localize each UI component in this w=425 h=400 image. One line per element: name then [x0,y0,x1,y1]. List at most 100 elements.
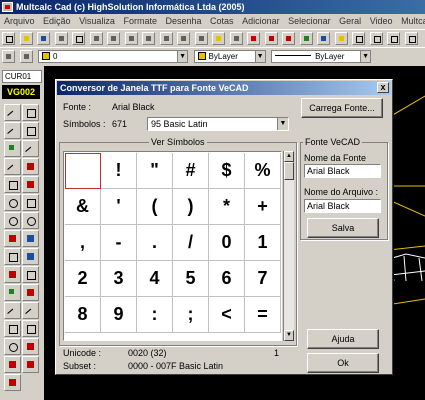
angle-tool-icon[interactable] [22,122,39,139]
symbol-cell[interactable]: & [65,189,101,225]
rotate-tool-icon[interactable] [4,338,21,355]
scroll-up-icon[interactable]: ▲ [284,151,294,162]
unicode-range-select[interactable]: 95 Basic Latin ▼ [147,117,289,131]
menu-desenha[interactable]: Desenha [165,16,201,26]
symbol-cell[interactable]: 8 [65,297,101,333]
spline-tool-icon[interactable] [22,176,39,193]
circle-tool-icon[interactable] [4,212,21,229]
scale-tool-icon[interactable] [22,338,39,355]
symbol-cell[interactable]: 2 [65,261,101,297]
symbol-cell[interactable]: , [65,225,101,261]
symbol-grid-scrollbar[interactable]: ▲ ▼ [283,151,294,341]
arc-tool-icon[interactable] [22,158,39,175]
close-icon[interactable]: x [377,82,389,93]
move-tool-icon[interactable] [22,320,39,337]
nome-arquivo-field[interactable]: Arial Black [304,199,381,213]
block-tool-icon[interactable] [4,266,21,283]
slash-tool-icon[interactable] [22,140,39,157]
nome-fonte-field[interactable]: Arial Black [304,164,381,178]
new-file-icon[interactable] [2,32,15,45]
symbol-cell[interactable]: ' [101,189,137,225]
symbol-cell[interactable]: ; [173,297,209,333]
menu-visualiza[interactable]: Visualiza [79,16,115,26]
menu-geral[interactable]: Geral [339,16,361,26]
cursor-select[interactable]: CUR01 [2,70,42,83]
symbol-cell[interactable]: < [209,297,245,333]
palette-tool-icon[interactable] [4,284,21,301]
layer-icon[interactable] [282,32,296,45]
menu-arquivo[interactable]: Arquivo [4,16,35,26]
menu-adicionar[interactable]: Adicionar [242,16,280,26]
layer-select[interactable]: 0 ▼ [38,50,189,63]
pan-icon[interactable] [159,32,173,45]
rectangle-icon[interactable] [352,32,366,45]
symbol-cell[interactable]: * [209,189,245,225]
layer-state-icon[interactable] [2,50,15,63]
symbol-cell[interactable]: / [173,225,209,261]
symbol-cell[interactable]: 9 [101,297,137,333]
symbol-cell[interactable]: - [101,225,137,261]
trim-tool-icon[interactable] [22,302,39,319]
cross-icon[interactable] [404,32,418,45]
zoom-all-icon[interactable] [142,32,156,45]
arrow-icon[interactable] [229,32,243,45]
symbol-cell[interactable]: 3 [101,261,137,297]
explode-tool-icon[interactable] [4,374,21,391]
redo-icon[interactable] [264,32,278,45]
zoom-window-icon[interactable] [89,32,103,45]
symbol-grid[interactable]: ! " # $ % & ' ( ) * + , - . / 0 1 2 3 4 … [63,151,282,341]
symbol-cell[interactable]: % [245,153,281,189]
properties-icon[interactable] [317,32,331,45]
symbol-cell[interactable]: 6 [209,261,245,297]
menu-multcalc[interactable]: Multcalc NBR6118 [401,16,425,26]
brush-tool-icon[interactable] [22,284,39,301]
pen-tool-icon[interactable] [4,158,21,175]
help-icon[interactable] [334,32,348,45]
ortho-icon[interactable] [194,32,208,45]
symbol-cell[interactable]: ! [101,153,137,189]
point-tool-icon[interactable] [4,140,21,157]
circle-icon[interactable] [369,32,383,45]
curve-tool-icon[interactable] [4,230,21,247]
symbol-cell[interactable]: $ [209,153,245,189]
print-preview-icon[interactable] [72,32,86,45]
hatch-tool-icon[interactable] [4,176,21,193]
menu-edicao[interactable]: Edição [43,16,71,26]
stretch-tool-icon[interactable] [22,356,39,373]
layer-prev-icon[interactable] [19,50,33,63]
menu-cotas[interactable]: Cotas [210,16,234,26]
symbol-cell[interactable] [65,153,101,189]
ellipse-tool-icon[interactable] [4,194,21,211]
symbol-cell[interactable]: 0 [209,225,245,261]
select-tool-icon[interactable] [22,266,39,283]
line-tool-icon[interactable] [4,104,21,121]
symbol-cell[interactable]: ) [173,189,209,225]
zoom-in-icon[interactable] [107,32,121,45]
open-folder-icon[interactable] [19,32,33,45]
diamond-icon[interactable] [387,32,401,45]
symbol-cell[interactable]: 7 [245,261,281,297]
extend-tool-icon[interactable] [4,302,21,319]
help-button[interactable]: Ajuda [307,329,379,349]
offset-tool-icon[interactable] [4,356,21,373]
image-tool-icon[interactable] [22,230,39,247]
menu-video[interactable]: Video [370,16,393,26]
symbol-cell[interactable]: 4 [137,261,173,297]
mirror-tool-icon[interactable] [4,320,21,337]
symbol-cell[interactable]: ( [137,189,173,225]
grid-icon[interactable] [177,32,191,45]
load-font-button[interactable]: Carrega Fonte... [301,98,383,118]
symbol-cell[interactable]: # [173,153,209,189]
symbol-cell[interactable]: 5 [173,261,209,297]
polyline-tool-icon[interactable] [22,104,39,121]
salva-button[interactable]: Salva [307,218,379,238]
insert-image-icon[interactable] [22,248,39,265]
scroll-down-icon[interactable]: ▼ [284,330,294,341]
symbol-cell[interactable]: . [137,225,173,261]
linetype-select[interactable]: ByLayer ▼ [271,50,372,63]
layer-manager-icon[interactable] [299,32,313,45]
save-icon[interactable] [37,32,51,45]
symbol-cell[interactable]: = [245,297,281,333]
text-tool-icon[interactable] [4,248,21,265]
snap-icon[interactable] [212,32,226,45]
